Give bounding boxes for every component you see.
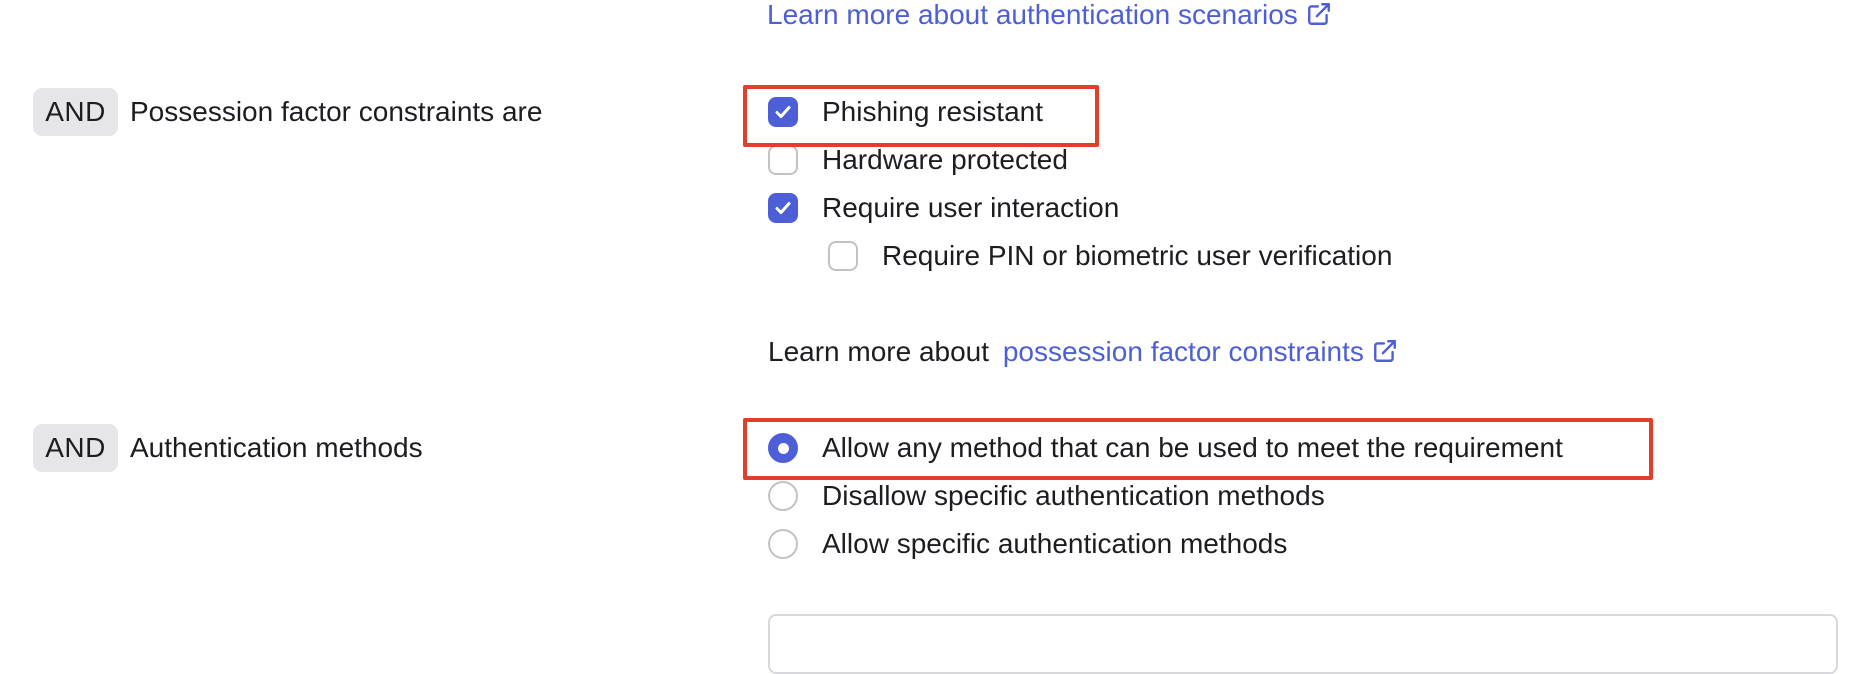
option-label: Require PIN or biometric user verificati… xyxy=(882,240,1393,271)
radio-allow-any-method[interactable] xyxy=(768,433,798,463)
authentication-methods-label: Authentication methods xyxy=(130,432,423,463)
option-allow-specific-methods[interactable]: Allow specific authentication methods xyxy=(768,524,1287,564)
checkbox-require-pin-biometric[interactable] xyxy=(828,241,858,271)
option-label: Allow any method that can be used to mee… xyxy=(822,432,1563,463)
and-chip-possession: AND xyxy=(33,88,118,136)
possession-learn-more: Learn more about possession factor const… xyxy=(768,335,1398,369)
learn-more-authentication-scenarios-text: Learn more about authentication scenario… xyxy=(767,0,1298,30)
checkbox-hardware-protected[interactable] xyxy=(768,145,798,175)
option-allow-any-method[interactable]: Allow any method that can be used to mee… xyxy=(768,428,1563,468)
radio-allow-specific-methods[interactable] xyxy=(768,529,798,559)
checkmark-icon xyxy=(775,202,791,214)
option-label: Hardware protected xyxy=(822,144,1068,175)
option-disallow-specific-methods[interactable]: Disallow specific authentication methods xyxy=(768,476,1325,516)
option-label: Require user interaction xyxy=(822,192,1120,223)
radio-disallow-specific-methods[interactable] xyxy=(768,481,798,511)
learn-more-prefix: Learn more about xyxy=(768,336,990,367)
checkbox-phishing-resistant[interactable] xyxy=(768,97,798,127)
external-link-icon xyxy=(1373,340,1396,362)
option-label: Allow specific authentication methods xyxy=(822,528,1288,559)
option-hardware-protected[interactable]: Hardware protected xyxy=(768,140,1068,180)
option-require-user-interaction[interactable]: Require user interaction xyxy=(768,188,1119,228)
radio-dot xyxy=(777,442,789,454)
option-phishing-resistant[interactable]: Phishing resistant xyxy=(768,92,1043,132)
methods-input-box[interactable] xyxy=(768,614,1838,674)
option-require-pin-biometric[interactable]: Require PIN or biometric user verificati… xyxy=(828,236,1392,276)
and-chip-auth-methods: AND xyxy=(33,424,118,472)
learn-more-authentication-scenarios-link[interactable]: Learn more about authentication scenario… xyxy=(767,0,1332,32)
possession-factor-constraints-link[interactable]: possession factor constraints xyxy=(1003,336,1398,367)
checkbox-require-user-interaction[interactable] xyxy=(768,193,798,223)
possession-link-text: possession factor constraints xyxy=(1002,336,1364,367)
external-link-icon xyxy=(1307,3,1330,25)
option-label: Phishing resistant xyxy=(822,96,1044,127)
checkmark-icon xyxy=(775,106,791,118)
option-label: Disallow specific authentication methods xyxy=(822,480,1325,511)
possession-constraints-label: Possession factor constraints are xyxy=(130,96,543,127)
